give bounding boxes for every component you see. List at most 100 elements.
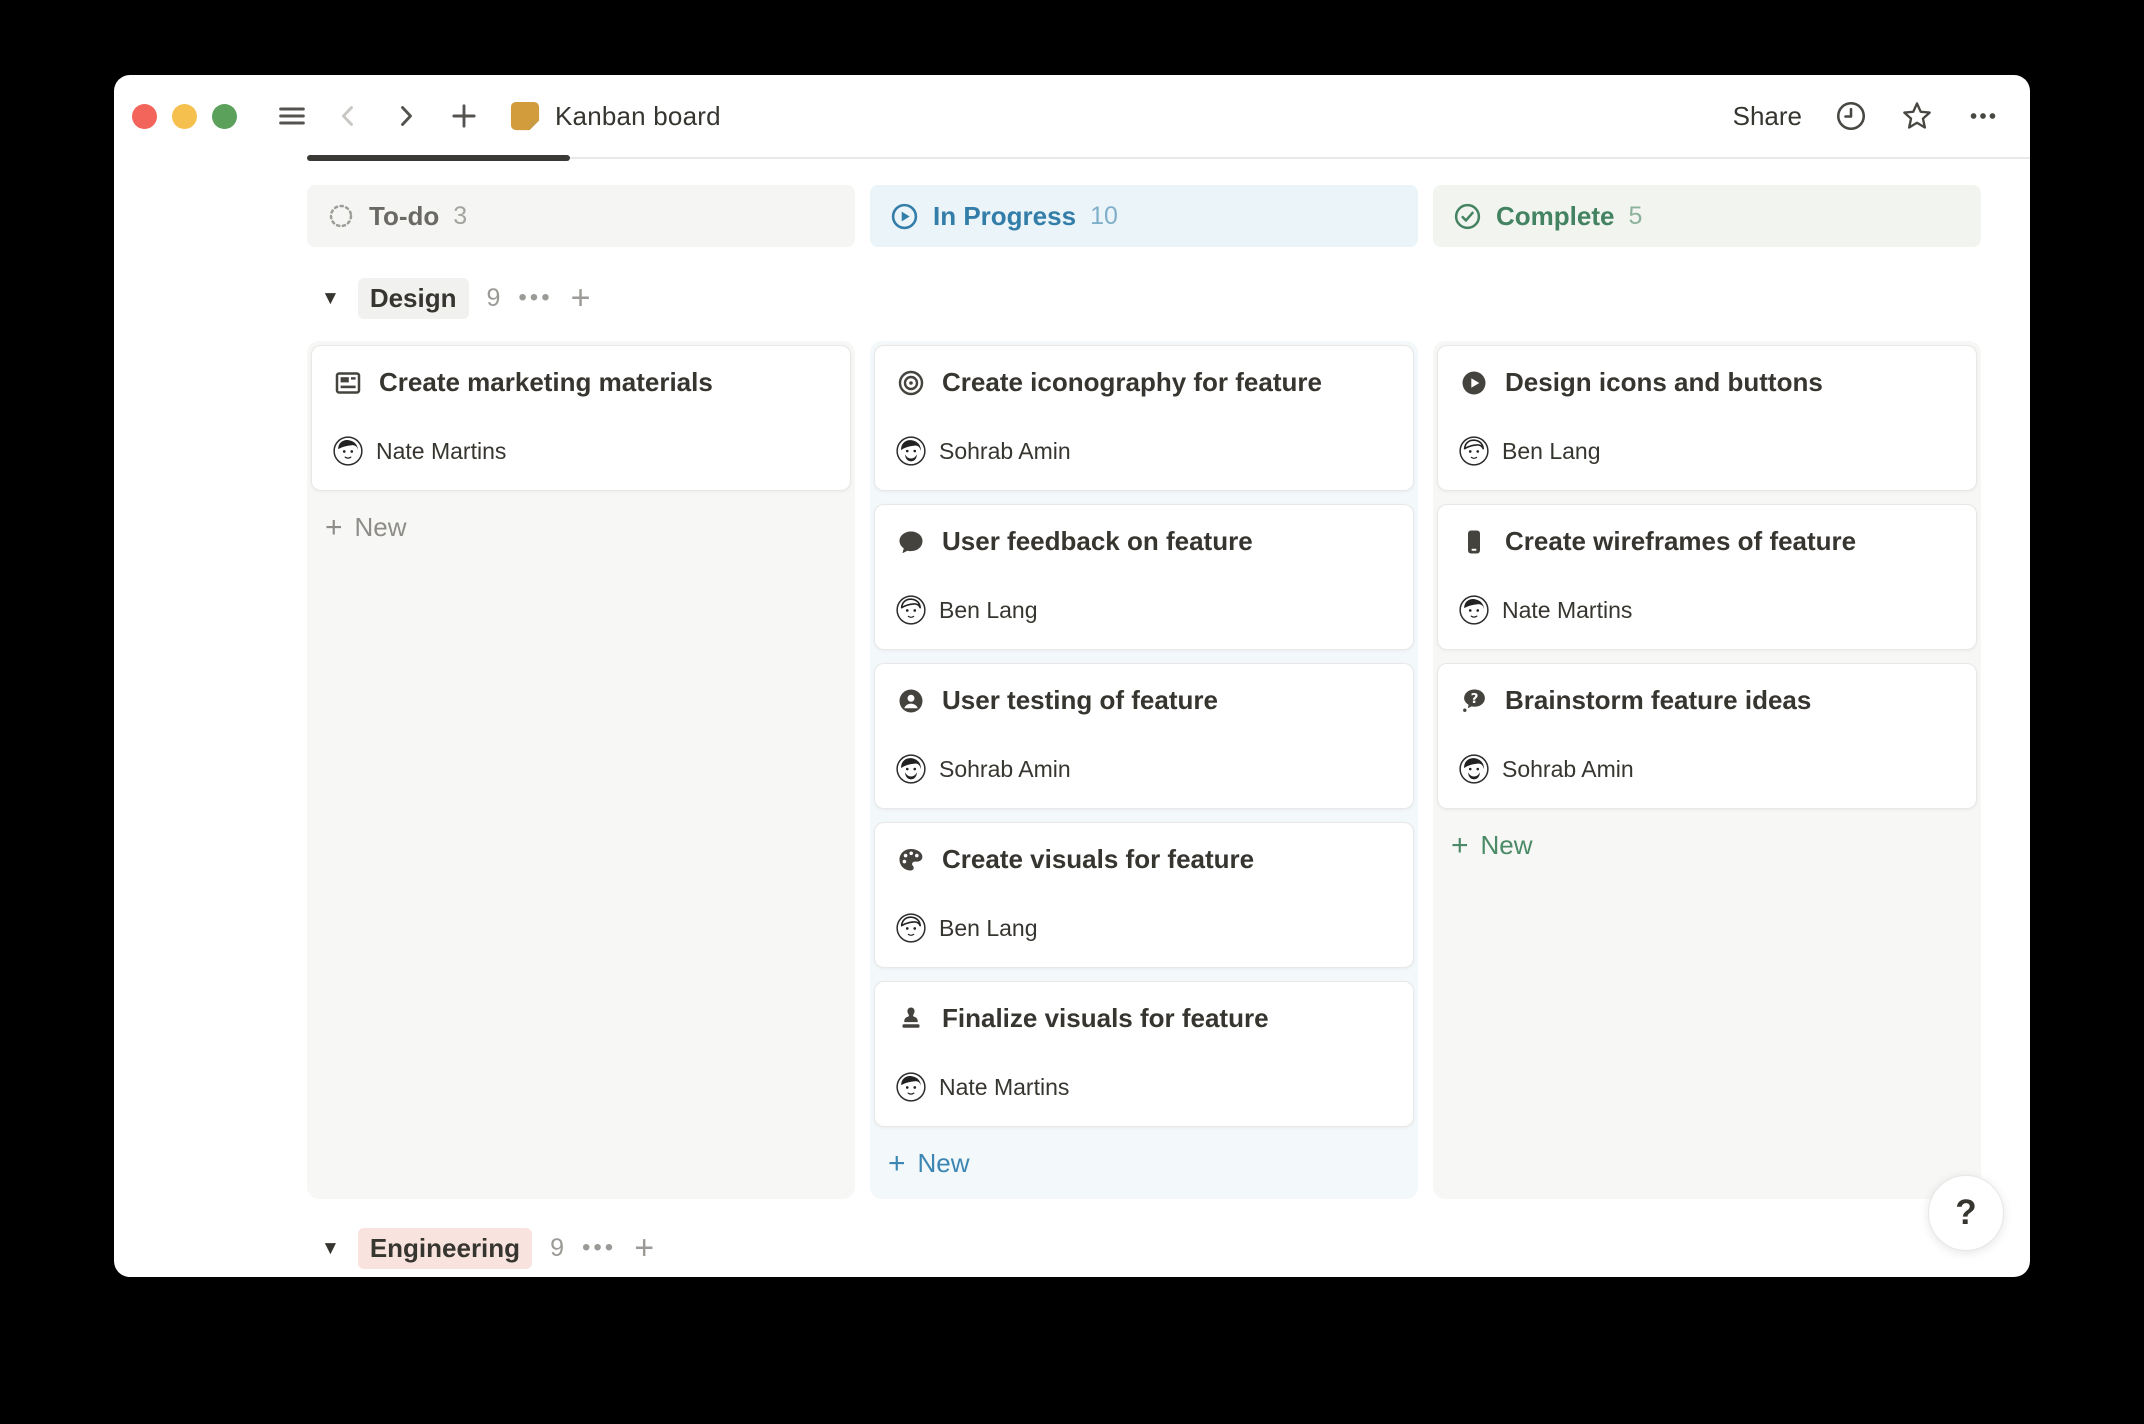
speech-bubble-icon [896,527,926,557]
newspaper-icon [333,368,363,398]
new-page-button[interactable] [447,99,481,133]
group-options-button[interactable]: ••• [582,1234,616,1262]
group-add-button[interactable]: + [571,281,591,315]
new-label: New [918,1148,970,1179]
card-create-wireframes[interactable]: Create wireframes of feature Nate Martin… [1437,504,1977,650]
stamp-icon [896,1004,926,1034]
assignee-name: Ben Lang [939,915,1037,942]
plus-icon: + [1451,831,1469,861]
card-design-icons-buttons[interactable]: Design icons and buttons Ben Lang [1437,345,1977,491]
dashed-circle-icon [327,202,355,230]
card-user-testing[interactable]: User testing of feature Sohrab Amin [874,663,1414,809]
app-window: Kanban board Share [114,75,2030,1277]
avatar-sohrab-amin [896,436,926,466]
card-finalize-visuals[interactable]: Finalize visuals for feature Nate Martin… [874,981,1414,1127]
card-create-visuals[interactable]: Create visuals for feature Ben Lang [874,822,1414,968]
assignee-row: Nate Martins [1459,595,1955,625]
group-add-button[interactable]: + [634,1231,654,1265]
window-controls [132,104,237,129]
nav-forward-button[interactable] [389,99,423,133]
new-card-button-todo[interactable]: + New [311,504,851,551]
avatar-sohrab-amin [1459,754,1489,784]
thought-bubble-question-icon: ? [1459,686,1489,716]
palette-icon [896,845,926,875]
assignee-name: Nate Martins [939,1074,1069,1101]
avatar-nate-martins [333,436,363,466]
column-count: 10 [1090,202,1118,231]
minimize-window-button[interactable] [172,104,197,129]
column-label: To-do [369,201,439,232]
card-user-feedback[interactable]: User feedback on feature Ben Lang [874,504,1414,650]
card-title: Brainstorm feature ideas [1505,685,1811,716]
window-topbar: Kanban board Share [114,75,2030,157]
kanban-board: To-do 3 In Progress 10 Compl [114,159,2030,1271]
assignee-name: Sohrab Amin [939,438,1071,465]
assignee-row: Sohrab Amin [896,754,1392,784]
new-card-button-in-progress[interactable]: + New [874,1140,1414,1187]
column-count: 5 [1628,202,1642,231]
group-tag-engineering[interactable]: Engineering [358,1228,532,1269]
column-header-in-progress[interactable]: In Progress 10 [870,185,1418,247]
group-count: 9 [487,284,501,313]
group-row-engineering: ▼ Engineering 9 ••• + [321,1225,2030,1271]
group-count: 9 [550,1234,564,1263]
column-in-progress: Create iconography for feature Sohrab Am… [870,341,1418,1199]
avatar-sohrab-amin [896,754,926,784]
status-header-row: To-do 3 In Progress 10 Compl [307,185,2030,247]
column-header-todo[interactable]: To-do 3 [307,185,855,247]
chevron-right-icon [391,101,421,131]
avatar-nate-martins [896,1072,926,1102]
play-circle-outline-icon [890,202,919,231]
card-brainstorm-ideas[interactable]: ? Brainstorm feature ideas [1437,663,1977,809]
bullseye-icon [896,368,926,398]
card-title: Create wireframes of feature [1505,526,1856,557]
avatar-ben-lang [896,595,926,625]
avatar-ben-lang [1459,436,1489,466]
assignee-row: Nate Martins [896,1072,1392,1102]
group-tag-design[interactable]: Design [358,278,469,319]
help-button[interactable]: ? [1928,1175,2004,1251]
assignee-name: Nate Martins [376,438,506,465]
column-count: 3 [453,202,467,231]
mobile-phone-icon [1459,527,1489,557]
column-label: In Progress [933,201,1076,232]
nav-back-button[interactable] [331,99,365,133]
card-create-marketing-materials[interactable]: Create marketing materials Nate Martins [311,345,851,491]
share-button[interactable]: Share [1733,101,1802,132]
card-title: Design icons and buttons [1505,367,1823,398]
topbar-actions: Share [1733,99,2000,133]
assignee-name: Ben Lang [1502,438,1600,465]
gold-note-icon [507,98,543,134]
column-header-complete[interactable]: Complete 5 [1433,185,1981,247]
plus-icon [448,100,480,132]
assignee-name: Ben Lang [939,597,1037,624]
card-title: Create marketing materials [379,367,713,398]
updates-button[interactable] [1834,99,1868,133]
assignee-row: Nate Martins [333,436,829,466]
assignee-name: Sohrab Amin [1502,756,1634,783]
new-card-button-complete[interactable]: + New [1437,822,1977,869]
card-title: Finalize visuals for feature [942,1003,1269,1034]
desktop-background: Kanban board Share [0,0,2144,1424]
check-circle-icon [1453,202,1482,231]
favorite-button[interactable] [1900,99,1934,133]
card-create-iconography[interactable]: Create iconography for feature Sohrab Am… [874,345,1414,491]
collapse-triangle-icon[interactable]: ▼ [321,289,340,308]
star-icon [1900,98,1934,134]
group-options-button[interactable]: ••• [518,284,552,312]
close-window-button[interactable] [132,104,157,129]
assignee-row: Ben Lang [1459,436,1955,466]
plus-icon: + [325,513,343,543]
fullscreen-window-button[interactable] [212,104,237,129]
assignee-name: Sohrab Amin [939,756,1071,783]
card-title: User feedback on feature [942,526,1253,557]
collapse-triangle-icon[interactable]: ▼ [321,1239,340,1258]
page-title: Kanban board [555,101,721,132]
page-emoji-icon [507,98,543,134]
new-label: New [1481,830,1533,861]
column-todo: Create marketing materials Nate Martins [307,341,855,1199]
group-row-design: ▼ Design 9 ••• + [321,275,2030,321]
more-options-button[interactable] [1966,99,2000,133]
sidebar-menu-button[interactable] [275,99,309,133]
new-label: New [355,512,407,543]
